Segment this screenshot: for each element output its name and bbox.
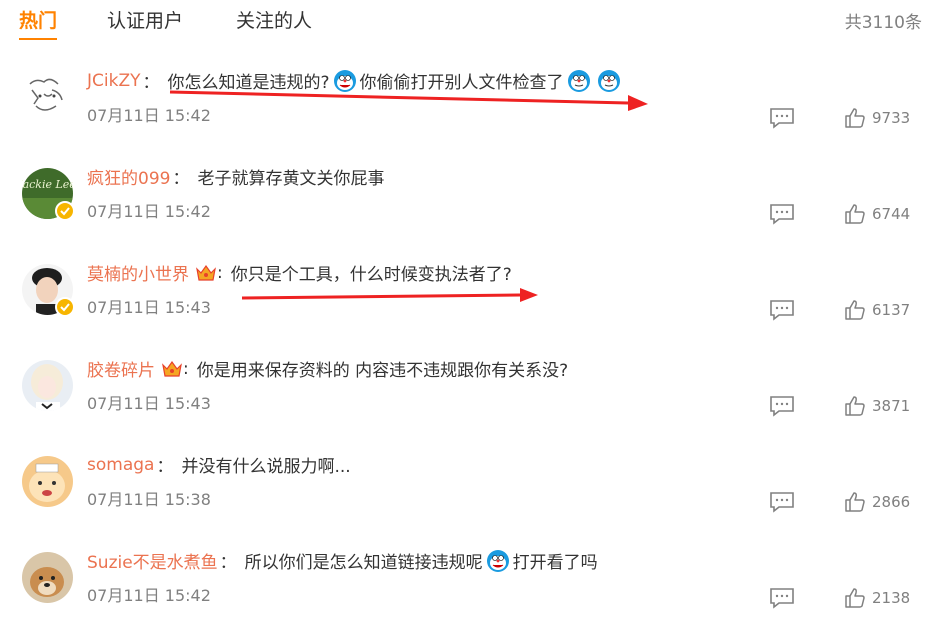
colon-separator: ： bbox=[156, 457, 174, 477]
verified-badge-icon bbox=[55, 297, 75, 317]
comment-username[interactable]: 胶卷碎片 bbox=[87, 356, 155, 381]
comment-text: 打开看了吗 bbox=[512, 553, 598, 573]
vip-crown-icon bbox=[162, 360, 182, 377]
avatar[interactable] bbox=[22, 72, 73, 123]
total-comment-count: 共3110条 bbox=[844, 13, 922, 33]
comment-text: 你怎么知道是违规的? bbox=[167, 73, 330, 93]
thumbs-up-icon bbox=[845, 588, 865, 608]
reply-icon[interactable] bbox=[769, 587, 795, 609]
comment-timestamp: 07月11日 15:42 bbox=[87, 202, 211, 221]
avatar[interactable] bbox=[22, 456, 73, 507]
like-button[interactable]: 2866 bbox=[844, 490, 910, 514]
dog-photo-avatar-icon bbox=[22, 552, 73, 603]
like-button[interactable]: 2138 bbox=[844, 586, 910, 610]
doraemon-emoji-icon bbox=[486, 549, 509, 572]
reply-icon[interactable] bbox=[769, 299, 795, 321]
reply-icon[interactable] bbox=[769, 107, 795, 129]
comment-timestamp: 07月11日 15:42 bbox=[87, 106, 211, 125]
comment-text: 所以你们是怎么知道链接违规呢 bbox=[244, 553, 483, 573]
like-button[interactable]: 3871 bbox=[844, 394, 910, 418]
avatar[interactable] bbox=[22, 264, 75, 317]
cartoon-face-avatar-icon bbox=[22, 456, 73, 507]
doraemon-emoji-icon bbox=[333, 69, 356, 92]
like-count: 3871 bbox=[872, 397, 911, 415]
comment-text: 你只是个工具，什么时候变执法者了? bbox=[230, 265, 512, 285]
thumbs-up-icon bbox=[845, 492, 865, 512]
comment-username[interactable]: somaga bbox=[87, 455, 154, 475]
colon-separator: ： bbox=[219, 553, 237, 573]
colon-separator: ： bbox=[142, 73, 160, 93]
comment-item: JCikZY ： 你怎么知道是违规的? 你偷偷打开别人文件检查了 07月11日 … bbox=[0, 66, 928, 162]
comment-text: 你是用来保存资料的 内容违不违规跟你有关系没? bbox=[196, 361, 569, 381]
comment-text: 并没有什么说服力啊... bbox=[181, 457, 351, 477]
comment-timestamp: 07月11日 15:43 bbox=[87, 298, 211, 317]
sketch-avatar-icon bbox=[22, 72, 73, 123]
like-button[interactable]: 9733 bbox=[844, 106, 910, 130]
tab-hot[interactable]: 热门 bbox=[19, 6, 58, 40]
anime-girl-avatar-icon bbox=[22, 360, 73, 411]
doraemon-emoji-icon bbox=[567, 69, 590, 92]
comment-filter-tabs: 热门 认证用户 关注的人 共3110条 bbox=[0, 0, 928, 40]
comment-item: somaga ： 并没有什么说服力啊... 07月11日 15:38 2866 bbox=[0, 450, 928, 546]
avatar-text: Jackie Lee bbox=[22, 178, 73, 191]
comment-timestamp: 07月11日 15:38 bbox=[87, 490, 211, 509]
doraemon-emoji-icon bbox=[597, 69, 620, 92]
colon-separator: ： bbox=[172, 169, 190, 189]
like-count: 6744 bbox=[872, 205, 911, 223]
colon-separator: : bbox=[217, 262, 223, 283]
comment-text: 老子就算存黄文关你屁事 bbox=[197, 169, 385, 189]
comment-username[interactable]: Suzie不是水煮鱼 bbox=[87, 548, 218, 573]
thumbs-up-icon bbox=[845, 396, 865, 416]
vip-crown-icon bbox=[196, 264, 216, 281]
like-button[interactable]: 6744 bbox=[844, 202, 910, 226]
avatar[interactable]: Jackie Lee bbox=[22, 168, 75, 221]
reply-icon[interactable] bbox=[769, 491, 795, 513]
comment-item: Suzie不是水煮鱼 ： 所以你们是怎么知道链接违规呢 打开看了吗 07月11日… bbox=[0, 546, 928, 642]
comment-item: 胶卷碎片 : 你是用来保存资料的 内容违不违规跟你有关系没? 07月11日 15… bbox=[0, 354, 928, 450]
thumbs-up-icon bbox=[845, 204, 865, 224]
avatar[interactable] bbox=[22, 360, 73, 411]
comment-username[interactable]: 疯狂的099 bbox=[87, 164, 170, 189]
tab-following[interactable]: 关注的人 bbox=[236, 6, 312, 33]
like-count: 2866 bbox=[872, 493, 911, 511]
like-count: 6137 bbox=[872, 301, 911, 319]
reply-icon[interactable] bbox=[769, 203, 795, 225]
tab-verified-users[interactable]: 认证用户 bbox=[107, 6, 183, 33]
comment-item: Jackie Lee 疯狂的099 ： 老子就算存黄文关你屁事 07月11日 1… bbox=[0, 162, 928, 258]
colon-separator: : bbox=[183, 358, 189, 379]
verified-badge-icon bbox=[55, 201, 75, 221]
reply-icon[interactable] bbox=[769, 395, 795, 417]
comment-username[interactable]: JCikZY bbox=[87, 71, 140, 91]
avatar[interactable] bbox=[22, 552, 73, 603]
comment-item: 莫楠的小世界 : 你只是个工具，什么时候变执法者了? 07月11日 15:43 … bbox=[0, 258, 928, 354]
comment-timestamp: 07月11日 15:43 bbox=[87, 394, 211, 413]
comment-timestamp: 07月11日 15:42 bbox=[87, 586, 211, 605]
thumbs-up-icon bbox=[845, 108, 865, 128]
like-count: 2138 bbox=[872, 589, 911, 607]
comment-text: 你偷偷打开别人文件检查了 bbox=[359, 73, 564, 93]
like-button[interactable]: 6137 bbox=[844, 298, 910, 322]
like-count: 9733 bbox=[872, 109, 911, 127]
thumbs-up-icon bbox=[845, 300, 865, 320]
comment-username[interactable]: 莫楠的小世界 bbox=[87, 260, 189, 285]
